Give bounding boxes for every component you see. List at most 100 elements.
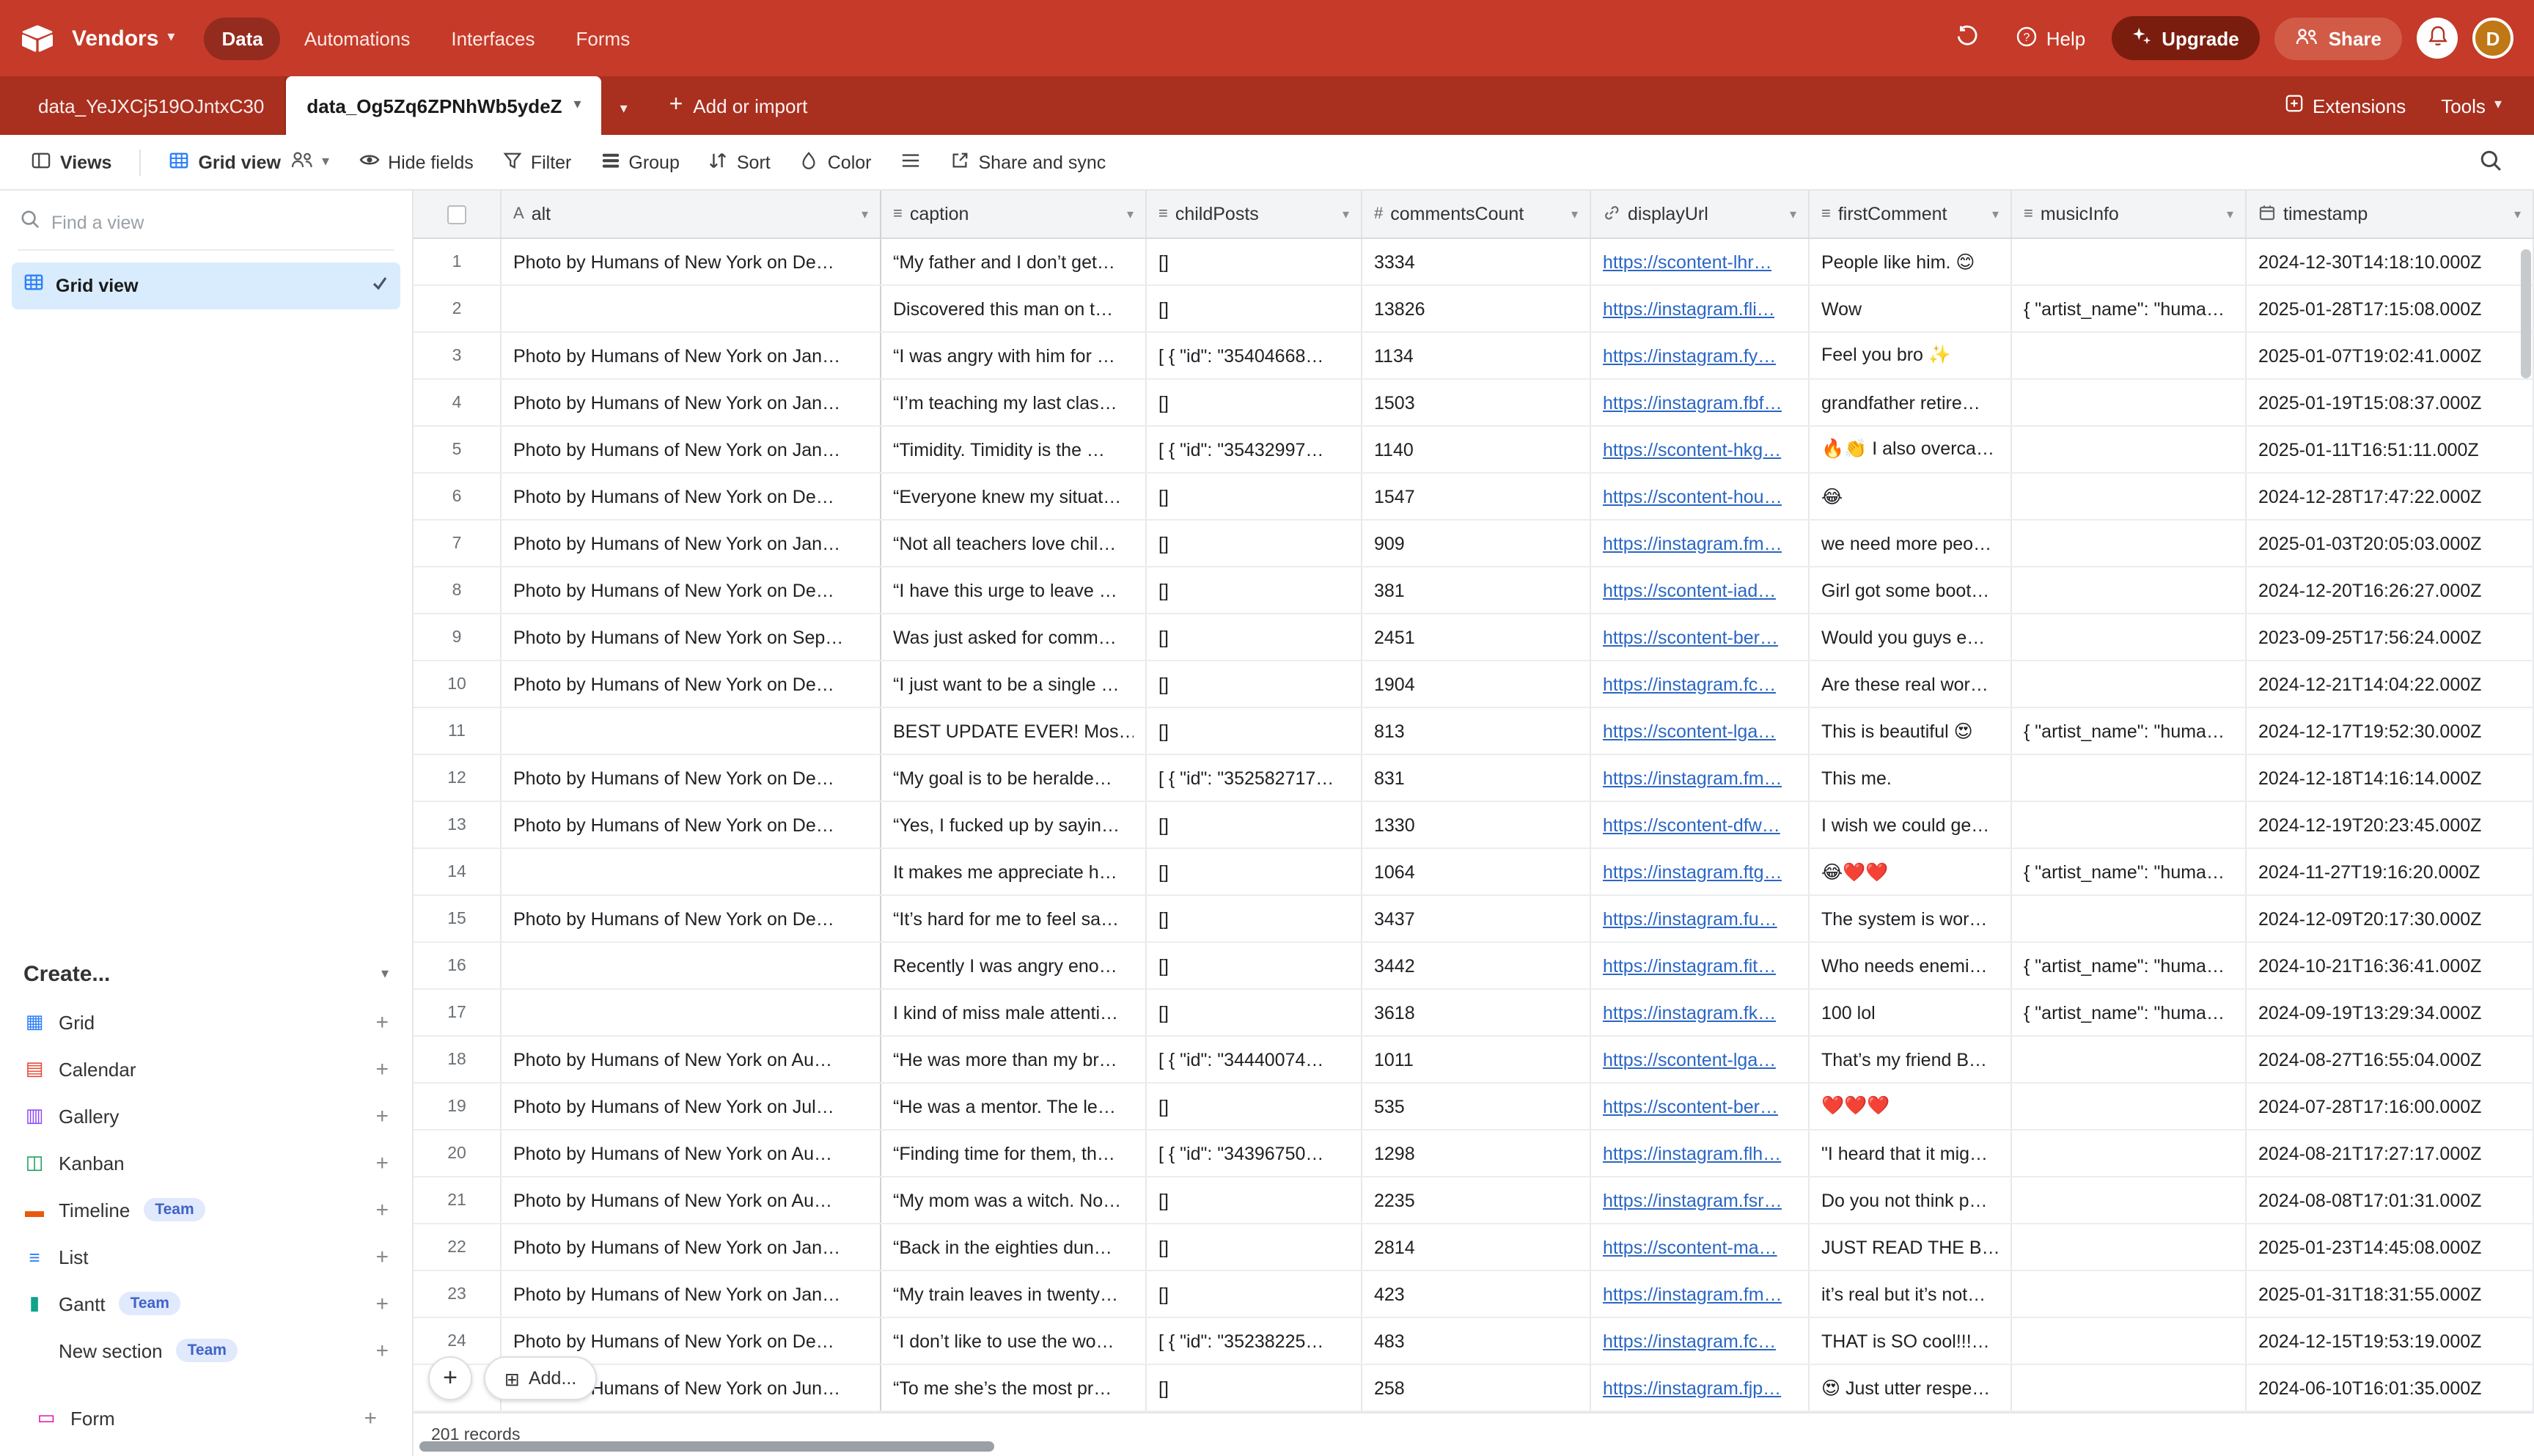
row-number-cell[interactable]: 4 (414, 380, 502, 425)
cell-timestamp[interactable]: 2024-08-08T17:01:31.000Z (2247, 1177, 2534, 1223)
cell-displayUrl[interactable]: https://scontent-hou… (1591, 474, 1810, 519)
cell-commentsCount[interactable]: 3437 (1362, 896, 1591, 941)
views-toggle-button[interactable]: Views (18, 143, 125, 181)
cell-caption[interactable]: “He was a mentor. The le… (881, 1084, 1147, 1129)
cell-displayUrl[interactable]: https://instagram.fsr… (1591, 1177, 1810, 1223)
cell-caption[interactable]: “Timidity. Timidity is the … (881, 427, 1147, 472)
cell-childPosts[interactable]: [] (1147, 896, 1362, 941)
column-menu-chevron-icon[interactable]: ▾ (1790, 206, 1796, 222)
add-view-plus-icon[interactable]: + (375, 1103, 389, 1128)
cell-timestamp[interactable]: 2024-10-21T16:36:41.000Z (2247, 943, 2534, 988)
row-number-cell[interactable]: 2 (414, 286, 502, 331)
cell-musicInfo[interactable] (2012, 1318, 2247, 1364)
cell-musicInfo[interactable] (2012, 521, 2247, 566)
cell-firstComment[interactable]: Do you not think p… (1810, 1177, 2012, 1223)
cell-childPosts[interactable]: [] (1147, 1224, 1362, 1270)
cell-alt[interactable]: Photo by Humans of New York on De… (502, 802, 881, 848)
cell-commentsCount[interactable]: 1011 (1362, 1037, 1591, 1082)
create-view-item[interactable]: ▤ Calendar + (12, 1045, 400, 1092)
cell-caption[interactable]: “Yes, I fucked up by sayin… (881, 802, 1147, 848)
cell-firstComment[interactable]: "I heard that it mig… (1810, 1130, 2012, 1176)
add-view-plus-icon[interactable]: + (375, 1338, 389, 1363)
cell-childPosts[interactable]: [ { "id": "35404668… (1147, 333, 1362, 378)
cell-caption[interactable]: BEST UPDATE EVER! Mos… (881, 708, 1147, 754)
cell-musicInfo[interactable] (2012, 802, 2247, 848)
cell-displayUrl[interactable]: https://instagram.ftg… (1591, 849, 1810, 894)
cell-timestamp[interactable]: 2024-09-19T13:29:34.000Z (2247, 990, 2534, 1035)
cell-timestamp[interactable]: 2024-12-09T20:17:30.000Z (2247, 896, 2534, 941)
cell-commentsCount[interactable]: 1904 (1362, 661, 1591, 707)
extensions-button[interactable]: Extensions (2270, 85, 2420, 126)
cell-commentsCount[interactable]: 381 (1362, 567, 1591, 613)
cell-timestamp[interactable]: 2025-01-07T19:02:41.000Z (2247, 333, 2534, 378)
cell-displayUrl[interactable]: https://instagram.fit… (1591, 943, 1810, 988)
cell-commentsCount[interactable]: 2235 (1362, 1177, 1591, 1223)
table-menu-chevron-icon[interactable]: ▾ (574, 98, 581, 113)
cell-displayUrl[interactable]: https://scontent-lga… (1591, 1037, 1810, 1082)
find-view-input[interactable] (51, 213, 392, 233)
column-menu-chevron-icon[interactable]: ▾ (2514, 206, 2521, 222)
cell-caption[interactable]: Discovered this man on t… (881, 286, 1147, 331)
column-header-caption[interactable]: ≡ caption ▾ (881, 191, 1147, 238)
cell-musicInfo[interactable] (2012, 380, 2247, 425)
cell-commentsCount[interactable]: 909 (1362, 521, 1591, 566)
cell-firstComment[interactable]: The system is wor… (1810, 896, 2012, 941)
cell-alt[interactable]: Photo by Humans of New York on Jan… (502, 380, 881, 425)
cell-caption[interactable]: Recently I was angry eno… (881, 943, 1147, 988)
table-tab-active[interactable]: data_Og5Zq6ZPNhWb5ydeZ ▾ (286, 76, 601, 135)
cell-firstComment[interactable]: JUST READ THE B… (1810, 1224, 2012, 1270)
cell-alt[interactable]: Photo by Humans of New York on Jan… (502, 521, 881, 566)
cell-firstComment[interactable]: 100 lol (1810, 990, 2012, 1035)
column-header-timestamp[interactable]: timestamp ▾ (2247, 191, 2534, 238)
row-number-cell[interactable]: 18 (414, 1037, 502, 1082)
cell-timestamp[interactable]: 2024-07-28T17:16:00.000Z (2247, 1084, 2534, 1129)
row-number-cell[interactable]: 3 (414, 333, 502, 378)
cell-alt[interactable] (502, 849, 881, 894)
cell-childPosts[interactable]: [] (1147, 380, 1362, 425)
nav-tab-interfaces[interactable]: Interfaces (433, 17, 552, 59)
cell-caption[interactable]: “My father and I don’t get… (881, 239, 1147, 284)
cell-childPosts[interactable]: [] (1147, 1177, 1362, 1223)
add-from-source-button[interactable]: ⊞ Add... (484, 1356, 597, 1400)
cell-alt[interactable]: Photo by Humans of New York on Jan… (502, 427, 881, 472)
cell-commentsCount[interactable]: 1503 (1362, 380, 1591, 425)
row-number-cell[interactable]: 5 (414, 427, 502, 472)
cell-alt[interactable]: Photo by Humans of New York on De… (502, 239, 881, 284)
cell-caption[interactable]: It makes me appreciate h… (881, 849, 1147, 894)
cell-firstComment[interactable]: Girl got some boot… (1810, 567, 2012, 613)
select-all-header[interactable] (414, 191, 502, 238)
add-view-plus-icon[interactable]: + (375, 1150, 389, 1175)
column-header-firstComment[interactable]: ≡ firstComment ▾ (1810, 191, 2012, 238)
row-number-cell[interactable]: 16 (414, 943, 502, 988)
cell-musicInfo[interactable]: { "artist_name": "huma… (2012, 849, 2247, 894)
cell-firstComment[interactable]: 🔥👏 I also overca… (1810, 427, 2012, 472)
user-avatar[interactable]: D (2472, 18, 2513, 59)
cell-displayUrl[interactable]: https://instagram.fu… (1591, 896, 1810, 941)
cell-displayUrl[interactable]: https://instagram.fli… (1591, 286, 1810, 331)
create-view-item[interactable]: New section Team + (12, 1327, 400, 1374)
row-number-cell[interactable]: 23 (414, 1271, 502, 1317)
cell-childPosts[interactable]: [] (1147, 943, 1362, 988)
cell-musicInfo[interactable]: { "artist_name": "huma… (2012, 286, 2247, 331)
cell-commentsCount[interactable]: 483 (1362, 1318, 1591, 1364)
cell-alt[interactable]: Photo by Humans of New York on De… (502, 474, 881, 519)
cell-musicInfo[interactable] (2012, 1037, 2247, 1082)
cell-commentsCount[interactable]: 3442 (1362, 943, 1591, 988)
add-view-plus-icon[interactable]: + (375, 1244, 389, 1269)
column-menu-chevron-icon[interactable]: ▾ (2227, 206, 2233, 222)
cell-alt[interactable] (502, 286, 881, 331)
cell-displayUrl[interactable]: https://instagram.fjp… (1591, 1365, 1810, 1411)
cell-musicInfo[interactable]: { "artist_name": "huma… (2012, 708, 2247, 754)
cell-timestamp[interactable]: 2024-12-30T14:18:10.000Z (2247, 239, 2534, 284)
cell-caption[interactable]: Was just asked for comm… (881, 614, 1147, 660)
cell-caption[interactable]: “He was more than my br… (881, 1037, 1147, 1082)
cell-childPosts[interactable]: [] (1147, 708, 1362, 754)
cell-commentsCount[interactable]: 1298 (1362, 1130, 1591, 1176)
cell-alt[interactable]: Photo by Humans of New York on De… (502, 896, 881, 941)
notifications-button[interactable] (2417, 18, 2458, 59)
group-button[interactable]: Group (587, 143, 693, 181)
cell-displayUrl[interactable]: https://scontent-ma… (1591, 1224, 1810, 1270)
row-number-cell[interactable]: 21 (414, 1177, 502, 1223)
cell-firstComment[interactable]: I wish we could ge… (1810, 802, 2012, 848)
cell-alt[interactable]: Photo by Humans of New York on Au… (502, 1130, 881, 1176)
